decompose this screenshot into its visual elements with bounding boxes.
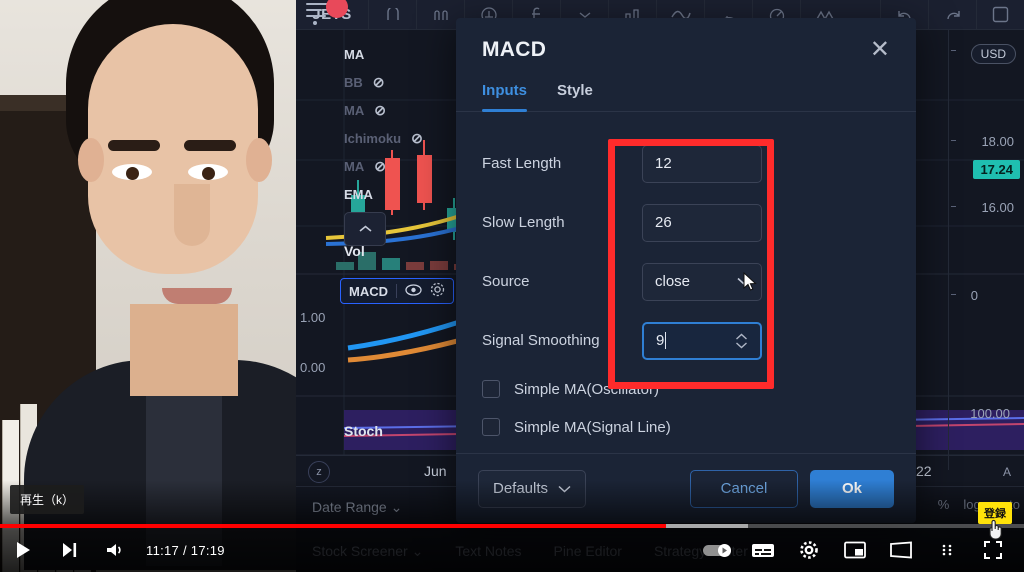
play-tooltip: 再生（k） [10, 485, 85, 514]
axis-tick [951, 294, 956, 295]
time-display: 11:17 / 17:19 [146, 542, 225, 558]
chart-indicator-legend: MA BB ⊘ MA ⊘ Ichimoku ⊘ MA ⊘ EMA [344, 40, 474, 246]
volume-button[interactable] [92, 528, 138, 572]
macd-scale-0: 0.00 [300, 360, 326, 375]
screen-root: JETS [0, 0, 1024, 572]
text-caret [665, 332, 667, 349]
eye-icon[interactable] [405, 283, 422, 300]
stoch-legend-label[interactable]: Stoch [344, 423, 383, 439]
divider [396, 284, 397, 298]
signal-smoothing-input[interactable]: 9 [642, 321, 762, 360]
dialog-title: MACD [482, 38, 547, 61]
settings-gear-icon[interactable] [786, 528, 832, 572]
checkbox-row-simple-ma-signal-line[interactable]: Simple MA(Signal Line) [482, 408, 890, 446]
price-scale[interactable]: USD 18.00 17.24 16.00 0 [948, 30, 1024, 470]
simple-ma-oscillator-label: Simple MA(Oscillator) [514, 380, 660, 398]
next-video-button[interactable] [46, 528, 92, 572]
tab-style[interactable]: Style [557, 82, 593, 111]
nose [174, 184, 210, 246]
ear-right [246, 138, 272, 182]
source-value: close [655, 273, 691, 290]
grid-dots-icon[interactable] [924, 528, 970, 572]
checkbox-row-simple-ma-oscillator[interactable]: Simple MA(Oscillator) [482, 370, 890, 408]
dialog-tabs: Inputs Style [456, 82, 916, 112]
currency-badge[interactable]: USD [970, 44, 1016, 64]
macd-settings-dialog: MACD ✕ Inputs Style Fast Length 12 Slow … [456, 18, 916, 523]
layout-icon[interactable] [976, 0, 1024, 30]
signal-smoothing-label: Signal Smoothing [482, 332, 600, 349]
simple-ma-signal-line-checkbox[interactable] [482, 418, 500, 436]
time-axis-day-label: 22 [916, 463, 932, 479]
eye-off-icon[interactable]: ⊘ [411, 131, 423, 145]
player-controls: 11:17 / 17:19 [0, 528, 1024, 572]
source-label: Source [482, 273, 530, 290]
neck [130, 304, 238, 396]
signal-smoothing-value: 9 [656, 332, 665, 349]
slow-length-value: 26 [655, 214, 672, 231]
slow-length-label: Slow Length [482, 214, 565, 231]
simple-ma-signal-line-label: Simple MA(Signal Line) [514, 418, 671, 436]
price-tick-18: 18.00 [981, 134, 1014, 149]
number-stepper[interactable] [735, 333, 748, 349]
tab-inputs[interactable]: Inputs [482, 82, 527, 112]
macd-scale-1: 1.00 [300, 310, 326, 325]
legend-label: EMA [344, 186, 373, 202]
legend-item-ma-3[interactable]: MA ⊘ [344, 152, 474, 180]
axis-tick [951, 206, 956, 207]
draw-pitchfork-icon[interactable] [368, 0, 416, 30]
macd-legend-chip[interactable]: MACD [340, 278, 454, 304]
price-tick-16: 16.00 [981, 200, 1014, 215]
field-row-fast-length: Fast Length 12 [482, 134, 890, 193]
field-row-source: Source close [482, 252, 890, 311]
current-price-badge: 17.24 [973, 160, 1020, 179]
dialog-header: MACD ✕ [456, 18, 916, 82]
eyebrow-left [108, 140, 160, 151]
mouth [162, 288, 232, 304]
axis-tick [951, 50, 956, 51]
price-tick-0: 0 [970, 288, 978, 303]
dialog-body: Fast Length 12 Slow Length 26 Source clo… [456, 112, 916, 453]
eye-off-icon[interactable]: ⊘ [374, 103, 386, 117]
hand-cursor-icon [989, 519, 1002, 540]
eye-off-icon[interactable]: ⊘ [373, 75, 385, 89]
field-row-signal-smoothing: Signal Smoothing 9 [482, 311, 890, 370]
volume-legend-label[interactable]: Vol [344, 243, 365, 259]
eye-off-icon[interactable]: ⊘ [374, 159, 386, 173]
legend-item-ma-2[interactable]: MA ⊘ [344, 96, 474, 124]
legend-item-ema[interactable]: EMA [344, 180, 474, 208]
miniplayer-icon[interactable] [832, 528, 878, 572]
legend-collapse-button[interactable] [344, 212, 386, 246]
time-axis-month-label: Jun [424, 463, 447, 479]
pupil-right [202, 167, 215, 180]
mouse-cursor-icon [743, 272, 757, 291]
field-row-slow-length: Slow Length 26 [482, 193, 890, 252]
theater-mode-icon[interactable] [878, 528, 924, 572]
player-right-controls [694, 528, 1024, 572]
pupil-left [126, 167, 139, 180]
legend-label: BB [344, 74, 363, 90]
close-icon[interactable]: ✕ [870, 38, 890, 62]
subtitles-icon[interactable] [740, 528, 786, 572]
ear-left [78, 138, 104, 182]
redo-icon[interactable] [928, 0, 976, 30]
legend-label: MA [344, 102, 365, 118]
simple-ma-oscillator-checkbox[interactable] [482, 380, 500, 398]
legend-item-ma-1[interactable]: MA [344, 40, 474, 68]
legend-label: MA [344, 46, 365, 62]
legend-label: Ichimoku [344, 130, 402, 146]
legend-item-bb[interactable]: BB ⊘ [344, 68, 474, 96]
fast-length-input[interactable]: 12 [642, 144, 762, 183]
fast-length-value: 12 [655, 155, 672, 172]
eyebrow-right [184, 140, 236, 151]
autoplay-toggle[interactable] [694, 528, 740, 572]
macd-legend-label: MACD [349, 283, 388, 299]
legend-label: MA [344, 158, 365, 174]
play-button[interactable] [0, 528, 46, 572]
axis-tick [951, 140, 956, 141]
fast-length-label: Fast Length [482, 155, 562, 172]
gear-icon[interactable] [430, 282, 445, 301]
slow-length-input[interactable]: 26 [642, 203, 762, 242]
